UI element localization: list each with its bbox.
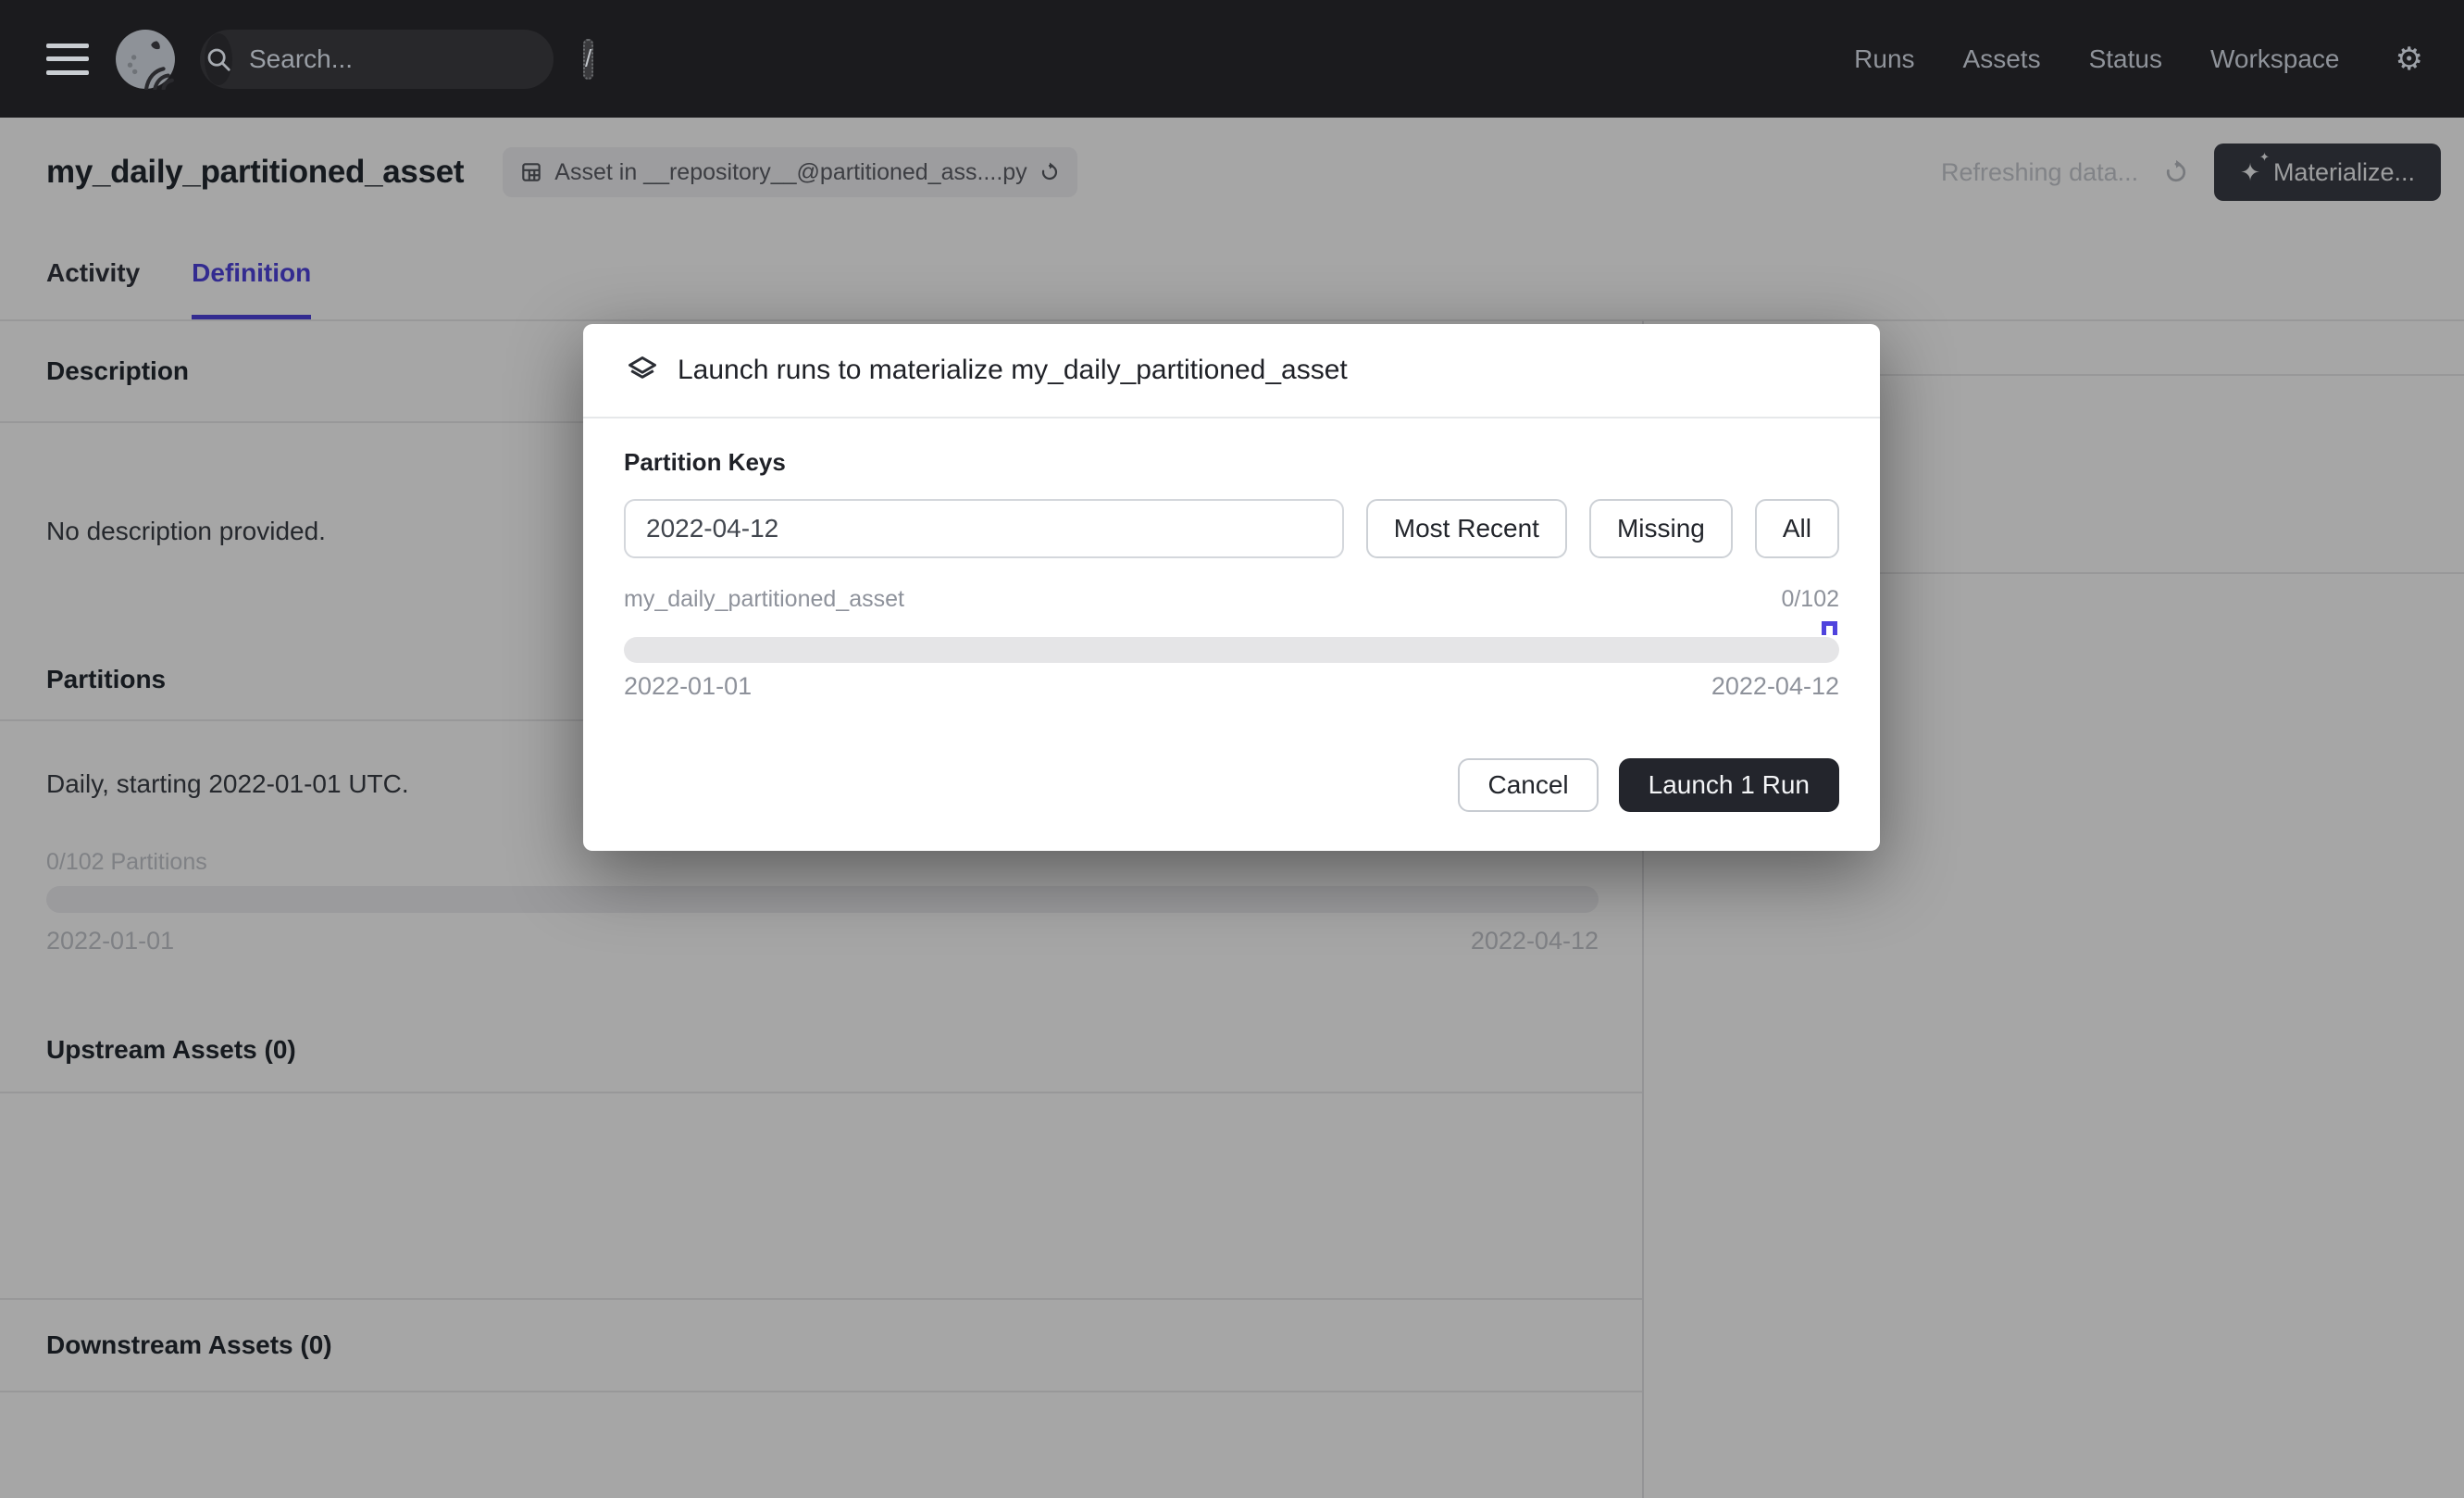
nav-status[interactable]: Status — [2089, 44, 2162, 74]
nav-workspace[interactable]: Workspace — [2210, 44, 2340, 74]
top-nav-links: Runs Assets Status Workspace — [1854, 44, 2339, 74]
slash-shortcut-badge: / — [583, 39, 593, 80]
missing-button[interactable]: Missing — [1589, 499, 1733, 558]
partition-keys-input[interactable] — [624, 499, 1344, 558]
dialog-title: Launch runs to materialize my_daily_part… — [678, 355, 1348, 386]
dagster-logo-icon — [115, 29, 176, 90]
top-nav-bar: / Runs Assets Status Workspace ⚙ — [0, 0, 2464, 118]
partition-keys-label: Partition Keys — [624, 448, 1839, 477]
dialog-partition-health-bar[interactable] — [624, 637, 1839, 663]
gear-icon[interactable]: ⚙ — [2396, 44, 2423, 75]
selected-partition-marker — [1822, 621, 1837, 635]
dialog-footer: Cancel Launch 1 Run — [583, 758, 1880, 851]
launch-run-button[interactable]: Launch 1 Run — [1619, 758, 1839, 812]
search-icon — [205, 33, 232, 85]
dialog-date-range: 2022-01-01 2022-04-12 — [624, 672, 1839, 701]
dialog-header: Launch runs to materialize my_daily_part… — [583, 324, 1880, 418]
nav-runs[interactable]: Runs — [1854, 44, 1914, 74]
selection-marker-row — [624, 613, 1839, 637]
launch-runs-dialog: Launch runs to materialize my_daily_part… — [583, 324, 1880, 851]
dialog-range-end: 2022-04-12 — [1711, 672, 1839, 701]
materialize-layers-icon — [626, 354, 659, 387]
global-search: / — [200, 30, 554, 89]
dagster-logo[interactable] — [115, 29, 176, 90]
cancel-button[interactable]: Cancel — [1458, 758, 1598, 812]
nav-assets[interactable]: Assets — [1963, 44, 2041, 74]
search-input[interactable] — [232, 44, 583, 74]
most-recent-button[interactable]: Most Recent — [1366, 499, 1567, 558]
dialog-body: Partition Keys Most Recent Missing All m… — [583, 448, 1880, 701]
dialog-asset-name: my_daily_partitioned_asset — [624, 586, 904, 613]
all-button[interactable]: All — [1755, 499, 1839, 558]
app-root: / Runs Assets Status Workspace ⚙ my_dail… — [0, 0, 2464, 1498]
menu-icon[interactable] — [46, 44, 89, 75]
dialog-range-start: 2022-01-01 — [624, 672, 752, 701]
partition-keys-row: Most Recent Missing All — [624, 499, 1839, 558]
dialog-partition-count: 0/102 — [1781, 586, 1839, 613]
dialog-progress-labels: my_daily_partitioned_asset 0/102 — [624, 586, 1839, 613]
